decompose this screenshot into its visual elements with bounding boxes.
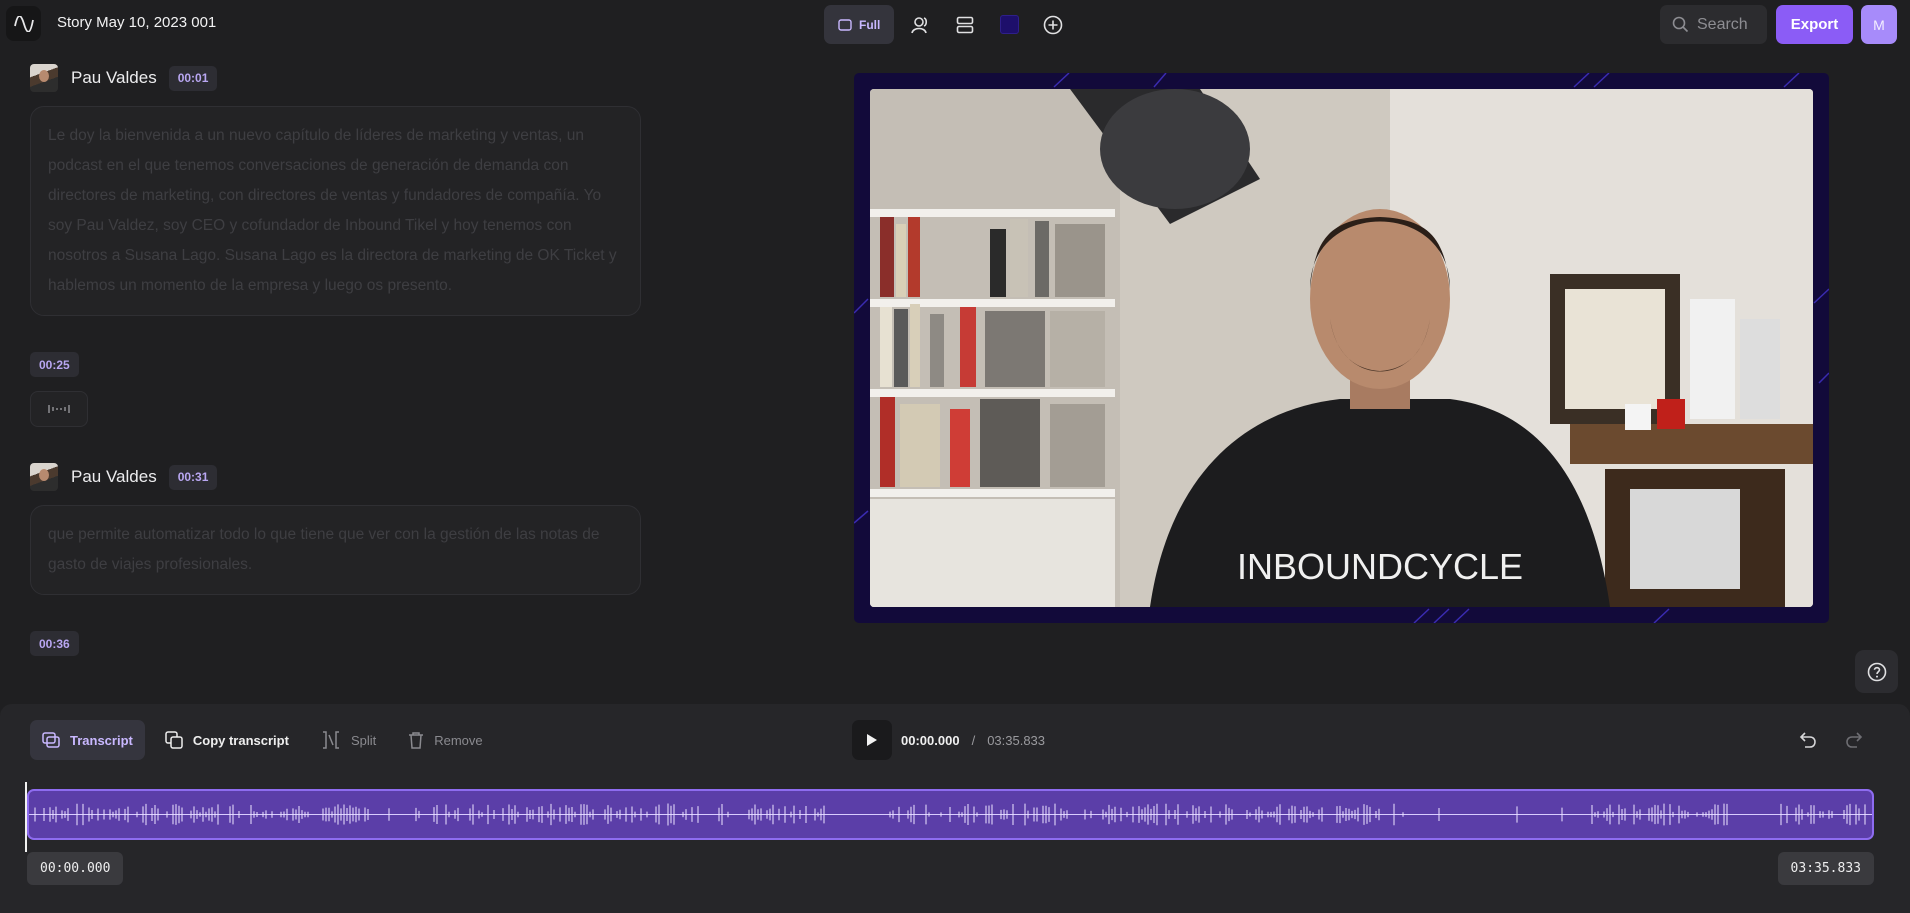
gap-timestamp-chip[interactable]: 00:25 bbox=[30, 352, 79, 377]
brand-color-icon bbox=[999, 15, 1019, 34]
speaker-avatar[interactable] bbox=[30, 463, 58, 491]
silence-waveform-icon bbox=[48, 405, 70, 413]
redo-icon bbox=[1846, 732, 1863, 748]
redo-button[interactable] bbox=[1837, 720, 1871, 760]
add-button[interactable] bbox=[1036, 8, 1070, 42]
split-icon bbox=[322, 731, 339, 749]
video-preview[interactable]: INBOUNDCYCLE bbox=[870, 89, 1813, 607]
copy-icon bbox=[165, 731, 183, 749]
audio-waveform bbox=[29, 803, 1872, 826]
playhead[interactable] bbox=[25, 782, 27, 852]
view-full-button[interactable]: Full bbox=[824, 5, 895, 44]
split-button[interactable]: Split bbox=[309, 720, 388, 760]
copy-transcript-label: Copy transcript bbox=[192, 732, 289, 748]
edit-actions: Transcript Copy transcript Split Remove bbox=[30, 720, 495, 760]
transcript-button-label: Transcript bbox=[70, 732, 133, 748]
split-label: Split bbox=[350, 732, 377, 748]
document-title[interactable]: Story May 10, 2023 001 bbox=[57, 14, 216, 31]
silence-block[interactable] bbox=[30, 391, 88, 427]
remove-button[interactable]: Remove bbox=[396, 720, 494, 760]
speaker-row: Pau Valdes 00:31 bbox=[30, 463, 642, 491]
speaker-name[interactable]: Pau Valdes bbox=[71, 467, 157, 487]
history-controls bbox=[1791, 720, 1871, 760]
timestamp-chip[interactable]: 00:01 bbox=[168, 65, 218, 91]
gap-timestamp-chip[interactable]: 00:36 bbox=[30, 631, 79, 656]
user-avatar[interactable]: M bbox=[1861, 5, 1897, 44]
search-label: Search bbox=[1697, 15, 1748, 33]
play-button[interactable] bbox=[852, 720, 892, 760]
search-button[interactable]: Search bbox=[1660, 5, 1767, 44]
video-frame: INBOUNDCYCLE bbox=[854, 73, 1829, 623]
total-time: 03:35.833 bbox=[987, 732, 1046, 748]
speakers-button[interactable] bbox=[904, 8, 938, 42]
speaker-avatar[interactable] bbox=[30, 64, 58, 92]
speaker-name[interactable]: Pau Valdes bbox=[71, 68, 157, 88]
remove-label: Remove bbox=[434, 732, 483, 748]
gap-section: 00:25 bbox=[30, 352, 642, 427]
undo-icon bbox=[1799, 732, 1816, 748]
transcript-icon bbox=[42, 732, 60, 748]
transcript-button[interactable]: Transcript bbox=[30, 720, 145, 760]
add-icon bbox=[1044, 15, 1063, 34]
time-separator: / bbox=[971, 732, 976, 748]
scenes-icon bbox=[957, 16, 974, 33]
transcript-paragraph[interactable]: que permite automatizar todo lo que tien… bbox=[30, 505, 641, 595]
brand-color-button[interactable] bbox=[992, 8, 1026, 42]
timeline-track[interactable] bbox=[27, 789, 1874, 840]
view-full-label: Full bbox=[859, 17, 881, 32]
top-bar: Story May 10, 2023 001 Full Search Expor… bbox=[0, 0, 1910, 46]
playback-controls: 00:00.000 / 03:35.833 bbox=[852, 720, 1045, 760]
scenes-button[interactable] bbox=[948, 8, 982, 42]
search-icon bbox=[1672, 16, 1689, 33]
gap-section: 00:36 bbox=[30, 631, 642, 656]
timeline-end-time[interactable]: 03:35.833 bbox=[1777, 852, 1874, 885]
timestamp-chip[interactable]: 00:31 bbox=[168, 464, 218, 490]
copy-transcript-button[interactable]: Copy transcript bbox=[153, 720, 301, 760]
help-button[interactable] bbox=[1855, 650, 1898, 693]
waveform-logo-icon[interactable] bbox=[6, 6, 41, 41]
transcript-panel: Pau Valdes 00:01 Le doy la bienvenida a … bbox=[30, 64, 642, 704]
undo-button[interactable] bbox=[1791, 720, 1825, 760]
editor-controls: Transcript Copy transcript Split Remove … bbox=[0, 704, 1910, 913]
timeline-start-time[interactable]: 00:00.000 bbox=[27, 852, 124, 885]
play-icon bbox=[867, 734, 877, 746]
transcript-paragraph[interactable]: Le doy la bienvenida a un nuevo capítulo… bbox=[30, 106, 641, 316]
current-time: 00:00.000 bbox=[901, 732, 960, 748]
view-toolbar: Full bbox=[824, 5, 1070, 44]
speaker-row: Pau Valdes 00:01 bbox=[30, 64, 642, 92]
video-still: INBOUNDCYCLE bbox=[870, 89, 1813, 607]
trash-icon bbox=[409, 732, 424, 749]
help-icon bbox=[1867, 662, 1886, 681]
export-button[interactable]: Export bbox=[1776, 5, 1853, 44]
shirt-logo-text: INBOUNDCYCLE bbox=[1237, 546, 1523, 587]
layout-icon bbox=[838, 18, 852, 31]
speakers-icon bbox=[911, 16, 928, 33]
